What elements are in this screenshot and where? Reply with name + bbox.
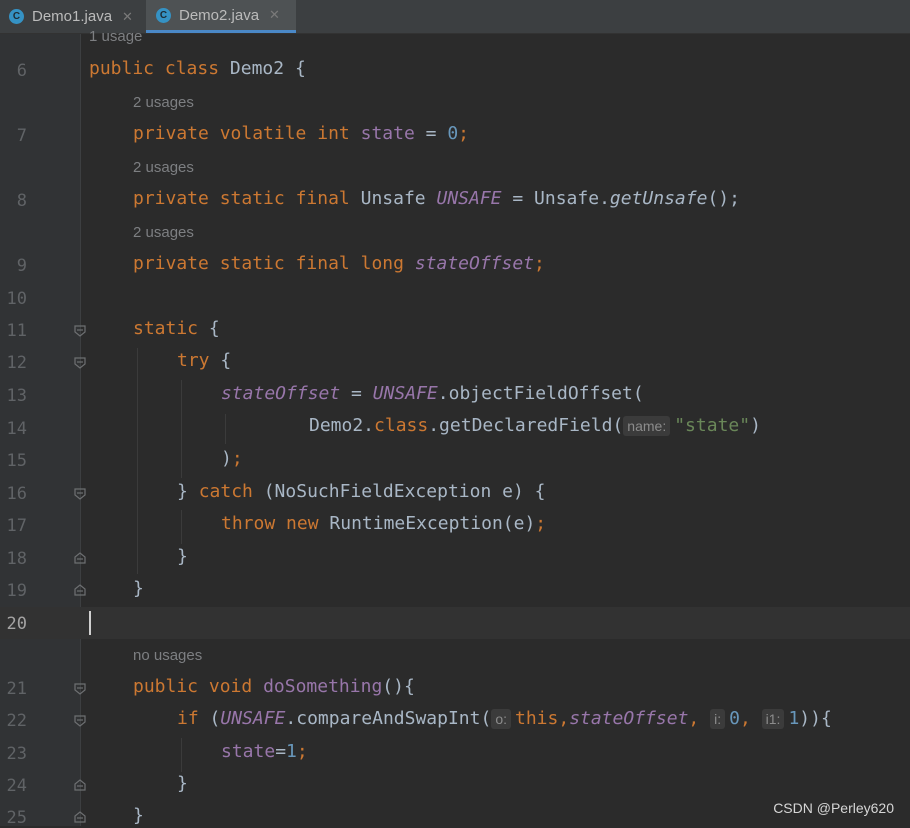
usage-hint[interactable]: 1 usage xyxy=(89,28,142,45)
code-line: public class Demo2 { xyxy=(89,58,306,79)
code-line: private static final long stateOffset; xyxy=(133,253,545,274)
line-number: 14 xyxy=(6,419,27,439)
code-line: private static final Unsafe UNSAFE = Uns… xyxy=(133,188,740,209)
line-number: 8 xyxy=(16,191,27,211)
line-number: 12 xyxy=(6,353,27,373)
code-line: state=1; xyxy=(221,741,308,762)
close-icon[interactable]: ✕ xyxy=(122,9,133,25)
parameter-hint: i: xyxy=(710,709,726,729)
line-number: 17 xyxy=(6,516,27,536)
line-number: 6 xyxy=(16,61,27,81)
code-line: ); xyxy=(221,448,243,469)
fold-icon[interactable] xyxy=(73,714,87,728)
code-line: } xyxy=(177,546,188,567)
line-number: 10 xyxy=(6,289,27,309)
current-line-highlight xyxy=(0,607,910,639)
line-number: 13 xyxy=(6,386,27,406)
parameter-hint: name: xyxy=(623,416,671,436)
code-line: } xyxy=(133,578,144,599)
usage-hint[interactable]: 2 usages xyxy=(133,94,194,111)
line-number: 24 xyxy=(6,776,27,796)
code-editor[interactable]: 1 usage 2 usages 2 usages 2 usages no us… xyxy=(0,28,910,828)
line-number: 11 xyxy=(6,321,27,341)
parameter-hint: i1: xyxy=(761,709,785,729)
line-number: 20 xyxy=(6,614,27,634)
fold-icon[interactable] xyxy=(73,356,87,370)
code-line: public void doSomething(){ xyxy=(133,676,415,697)
usage-hint[interactable]: 2 usages xyxy=(133,224,194,241)
fold-icon[interactable] xyxy=(73,682,87,696)
fold-end-icon[interactable] xyxy=(73,810,87,824)
line-number: 9 xyxy=(16,256,27,276)
tab-demo2[interactable]: C Demo2.java ✕ xyxy=(146,0,296,33)
fold-icon[interactable] xyxy=(73,487,87,501)
fold-end-icon[interactable] xyxy=(73,778,87,792)
line-number: 18 xyxy=(6,549,27,569)
watermark: CSDN @Perley620 xyxy=(773,800,894,816)
code-line: stateOffset = UNSAFE.objectFieldOffset( xyxy=(221,383,644,404)
usage-hint[interactable]: no usages xyxy=(133,647,202,664)
code-line: try { xyxy=(177,350,232,371)
usage-hint[interactable]: 2 usages xyxy=(133,159,194,176)
parameter-hint: o: xyxy=(491,709,511,729)
class-c-icon: C xyxy=(9,9,24,24)
code-line: Demo2.class.getDeclaredField(name: "state… xyxy=(309,415,761,436)
line-number: 23 xyxy=(6,744,27,764)
text-caret xyxy=(89,611,91,635)
class-c-icon: C xyxy=(156,7,171,23)
line-number: 15 xyxy=(6,451,27,471)
code-line: } xyxy=(133,805,144,826)
fold-end-icon[interactable] xyxy=(73,551,87,565)
fold-end-icon[interactable] xyxy=(73,583,87,597)
line-number: 7 xyxy=(16,126,27,146)
code-line: } xyxy=(177,773,188,794)
code-line: throw new RuntimeException(e); xyxy=(221,513,547,534)
code-line: } catch (NoSuchFieldException e) { xyxy=(177,481,546,502)
tab-label: Demo1.java xyxy=(32,8,113,25)
code-line: if (UNSAFE.compareAndSwapInt(o: this,stat… xyxy=(177,708,832,729)
code-line: static { xyxy=(133,318,220,339)
code-line: private volatile int state = 0; xyxy=(133,123,469,144)
line-number: 25 xyxy=(6,808,27,828)
fold-icon[interactable] xyxy=(73,324,87,338)
line-number: 16 xyxy=(6,484,27,504)
line-number: 19 xyxy=(6,581,27,601)
line-number: 22 xyxy=(6,711,27,731)
close-icon[interactable]: ✕ xyxy=(269,7,280,23)
tab-label: Demo2.java xyxy=(179,6,260,24)
line-number: 21 xyxy=(6,679,27,699)
